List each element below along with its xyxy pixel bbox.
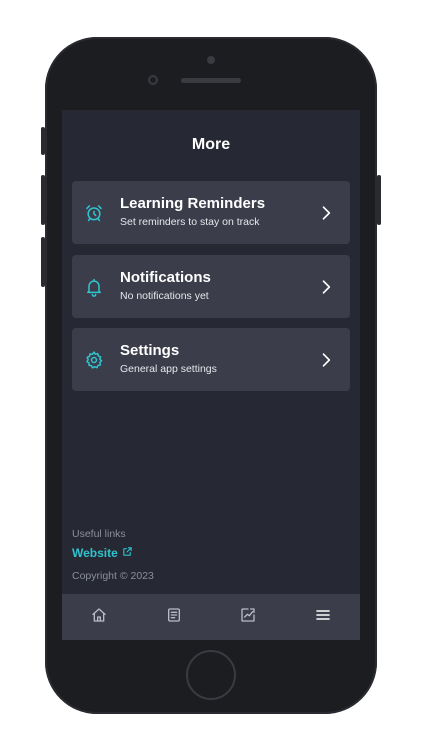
- tab-more[interactable]: [286, 594, 361, 640]
- home-icon: [91, 607, 107, 628]
- website-link-label: Website: [72, 546, 118, 560]
- power-button: [377, 175, 381, 225]
- earpiece-speaker: [181, 78, 241, 83]
- chevron-right-icon: [316, 203, 336, 223]
- bottom-tab-bar: [62, 594, 360, 640]
- tab-home[interactable]: [62, 594, 137, 640]
- page-title: More: [191, 136, 231, 153]
- alarm-clock-icon: [84, 203, 104, 223]
- card-title: Notifications: [120, 269, 211, 286]
- tab-documents[interactable]: [137, 594, 212, 640]
- external-link-icon: [122, 546, 133, 560]
- document-icon: [166, 607, 182, 628]
- useful-links-label: Useful links: [72, 528, 126, 540]
- proximity-sensor: [148, 75, 158, 85]
- card-subtitle: No notifications yet: [120, 290, 209, 302]
- learning-reminders-card[interactable]: Learning Reminders Set reminders to stay…: [72, 181, 350, 244]
- card-subtitle: General app settings: [120, 363, 217, 375]
- app-screen: More Learning Reminders Set reminders to…: [62, 110, 360, 640]
- gear-icon: [84, 350, 104, 370]
- chevron-right-icon: [316, 277, 336, 297]
- front-camera: [207, 56, 215, 64]
- website-link[interactable]: Website: [72, 546, 133, 560]
- tab-progress[interactable]: [211, 594, 286, 640]
- copyright-text: Copyright © 2023: [72, 570, 154, 582]
- card-subtitle: Set reminders to stay on track: [120, 216, 260, 228]
- chart-icon: [240, 607, 256, 628]
- card-title: Settings: [120, 342, 180, 359]
- chevron-right-icon: [316, 350, 336, 370]
- menu-icon: [315, 607, 331, 628]
- bell-icon: [84, 277, 104, 297]
- notifications-card[interactable]: Notifications No notifications yet: [72, 255, 350, 318]
- settings-card[interactable]: Settings General app settings: [72, 328, 350, 391]
- card-title: Learning Reminders: [120, 195, 266, 212]
- home-button[interactable]: [186, 650, 236, 700]
